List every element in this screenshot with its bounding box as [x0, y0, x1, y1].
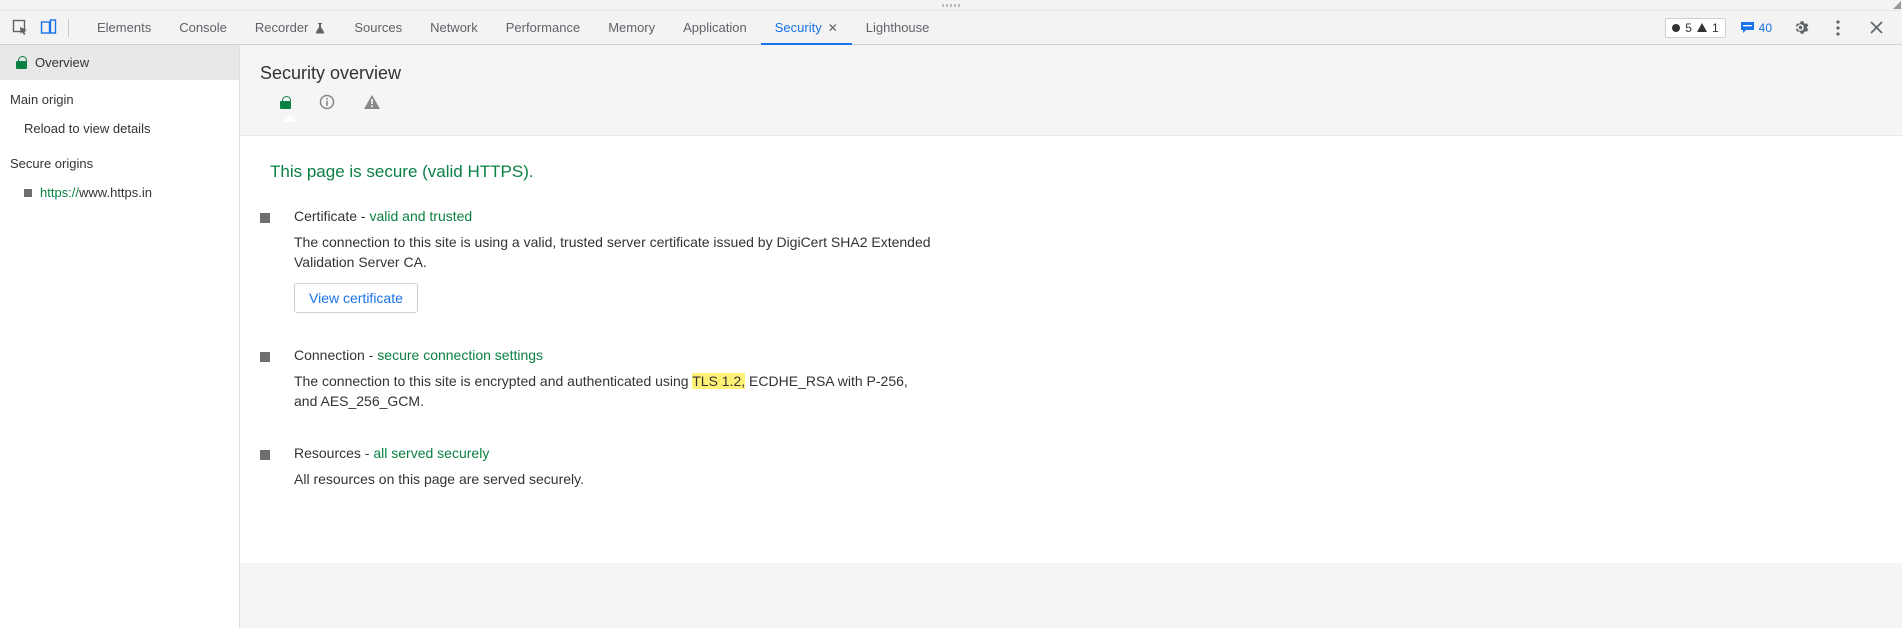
- tab-console[interactable]: Console: [165, 11, 241, 44]
- tab-label: Application: [683, 20, 747, 35]
- secure-headline: This page is secure (valid HTTPS).: [270, 162, 1882, 182]
- tab-label: Elements: [97, 20, 151, 35]
- lock-icon: [16, 56, 27, 69]
- tab-lighthouse[interactable]: Lighthouse: [852, 11, 944, 44]
- tab-sources[interactable]: Sources: [340, 11, 416, 44]
- errors-warnings-pill[interactable]: 5 1: [1665, 18, 1725, 38]
- section-title: Resources - all served securely: [294, 445, 584, 461]
- section-description: The connection to this site is encrypted…: [294, 371, 934, 412]
- section-description: The connection to this site is using a v…: [294, 232, 934, 273]
- section-dash: -: [357, 208, 369, 224]
- page-title: Security overview: [260, 63, 1882, 84]
- tab-label: Lighthouse: [866, 20, 930, 35]
- section-certificate: Certificate - valid and trusted The conn…: [260, 208, 1882, 313]
- sidebar-origin-item[interactable]: https://www.https.in: [0, 177, 239, 208]
- tab-label: Memory: [608, 20, 655, 35]
- origin-host: www.https.in: [79, 185, 152, 200]
- sidebar-heading-secure-origins: Secure origins: [0, 144, 239, 177]
- tab-label: Performance: [506, 20, 580, 35]
- section-dash: -: [361, 445, 373, 461]
- origin-indicator-icon: [24, 189, 32, 197]
- section-bullet-icon: [260, 450, 270, 460]
- section-status: secure connection settings: [377, 347, 543, 363]
- warning-triangle-icon: [1697, 23, 1707, 32]
- window-top-strip: [0, 0, 1902, 11]
- origin-url: https://www.https.in: [40, 185, 152, 200]
- resize-handle-icon[interactable]: [1893, 1, 1901, 9]
- error-dot-icon: [1672, 24, 1680, 32]
- tab-label: Recorder: [255, 20, 308, 35]
- status-info-icon[interactable]: [319, 94, 335, 113]
- tab-memory[interactable]: Memory: [594, 11, 669, 44]
- main-area: Overview Main origin Reload to view deta…: [0, 45, 1902, 628]
- section-bullet-icon: [260, 352, 270, 362]
- tab-security[interactable]: Security ✕: [761, 11, 852, 44]
- security-sidebar: Overview Main origin Reload to view deta…: [0, 45, 240, 628]
- status-caret: [260, 113, 1882, 121]
- tab-application[interactable]: Application: [669, 11, 761, 44]
- error-count: 5: [1685, 21, 1692, 35]
- section-resources: Resources - all served securely All reso…: [260, 445, 1882, 489]
- message-icon: [1740, 20, 1755, 35]
- more-menu-icon[interactable]: [1824, 14, 1852, 42]
- warning-count: 1: [1712, 21, 1719, 35]
- settings-gear-icon[interactable]: [1786, 14, 1814, 42]
- tab-label: Console: [179, 20, 227, 35]
- security-content: Security overview This page is secure (v…: [240, 45, 1902, 628]
- view-certificate-button[interactable]: View certificate: [294, 283, 418, 313]
- conn-desc-pre: The connection to this site is encrypted…: [294, 373, 692, 389]
- tab-elements[interactable]: Elements: [83, 11, 165, 44]
- section-connection: Connection - secure connection settings …: [260, 347, 1882, 412]
- message-count: 40: [1759, 21, 1772, 35]
- close-devtools-icon[interactable]: [1862, 14, 1890, 42]
- close-icon[interactable]: ✕: [828, 21, 838, 35]
- section-status: valid and trusted: [369, 208, 472, 224]
- section-bullet-icon: [260, 213, 270, 223]
- tab-network[interactable]: Network: [416, 11, 492, 44]
- status-warning-icon[interactable]: [363, 94, 381, 113]
- section-label: Resources: [294, 445, 361, 461]
- conn-desc-highlight: TLS 1.2,: [692, 373, 745, 389]
- devtools-tabbar: Elements Console Recorder Sources Networ…: [0, 11, 1902, 45]
- messages-pill[interactable]: 40: [1736, 18, 1776, 37]
- drag-grip-icon[interactable]: [942, 4, 960, 7]
- tab-recorder[interactable]: Recorder: [241, 11, 340, 44]
- inspect-element-icon[interactable]: [6, 14, 34, 42]
- section-title: Certificate - valid and trusted: [294, 208, 934, 224]
- section-label: Certificate: [294, 208, 357, 224]
- sidebar-reload-hint[interactable]: Reload to view details: [0, 113, 239, 144]
- section-title: Connection - secure connection settings: [294, 347, 934, 363]
- status-secure-icon[interactable]: [280, 96, 291, 112]
- flask-icon: [314, 22, 326, 34]
- section-description: All resources on this page are served se…: [294, 469, 584, 489]
- tab-label: Security: [775, 20, 822, 35]
- status-icon-row: [260, 84, 1882, 113]
- sidebar-item-label: Overview: [35, 55, 89, 70]
- content-header: Security overview: [240, 45, 1902, 135]
- section-label: Connection: [294, 347, 365, 363]
- device-toolbar-icon[interactable]: [34, 14, 62, 42]
- sidebar-item-overview[interactable]: Overview: [0, 45, 239, 80]
- devtools-tabs: Elements Console Recorder Sources Networ…: [83, 11, 943, 44]
- section-status: all served securely: [373, 445, 489, 461]
- tabbar-divider: [68, 19, 69, 37]
- tab-performance[interactable]: Performance: [492, 11, 594, 44]
- section-dash: -: [365, 347, 377, 363]
- tab-label: Network: [430, 20, 478, 35]
- origin-scheme: https://: [40, 185, 79, 200]
- tab-label: Sources: [354, 20, 402, 35]
- sidebar-heading-main-origin: Main origin: [0, 80, 239, 113]
- security-panel: This page is secure (valid HTTPS). Certi…: [240, 135, 1902, 563]
- status-group: 5 1 40: [1665, 14, 1896, 42]
